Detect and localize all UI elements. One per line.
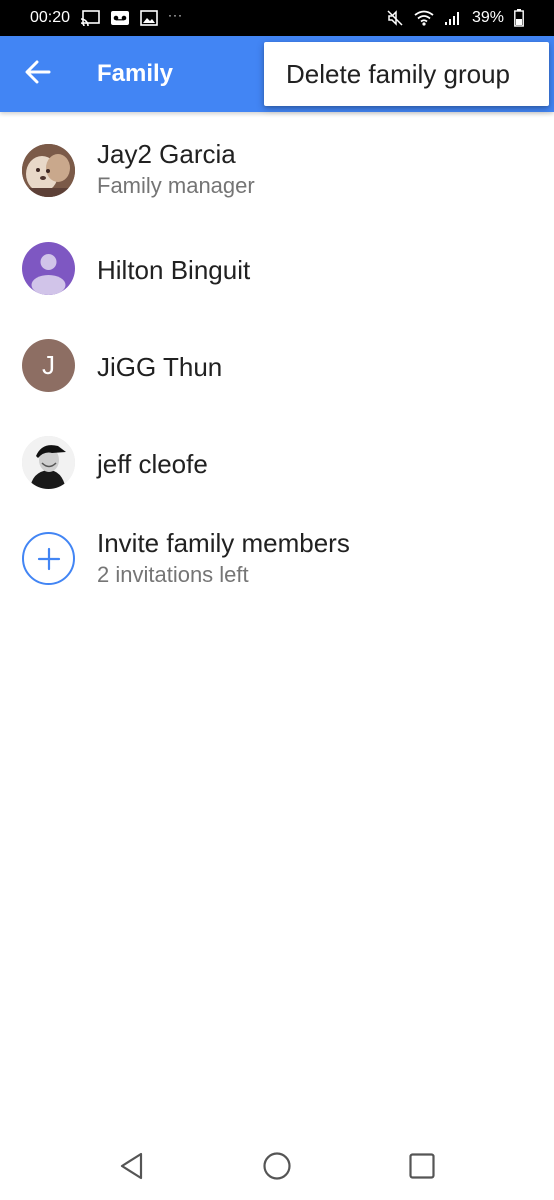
member-role: Family manager (97, 173, 255, 198)
default-person-avatar-icon (22, 242, 75, 295)
member-row-hilton-binguit[interactable]: Hilton Binguit (0, 230, 554, 327)
battery-percent: 39% (471, 9, 504, 26)
cast-icon (80, 10, 100, 26)
back-button[interactable] (0, 36, 76, 112)
member-name: Jay2 Garcia (97, 139, 236, 169)
nav-recents-button[interactable] (392, 1138, 452, 1198)
status-bar: 00:20 ··· 39% (0, 0, 554, 36)
back-triangle-icon (119, 1152, 145, 1185)
voicemail-icon (110, 10, 130, 26)
member-row-jeff-cleofe[interactable]: jeff cleofe (0, 424, 554, 521)
more-dots-icon: ··· (168, 8, 184, 22)
screen: 00:20 ··· 39% Family Delete family group… (0, 0, 554, 1200)
avatar (22, 436, 75, 489)
delete-family-group-menu-item[interactable]: Delete family group (264, 42, 549, 106)
member-text: JiGG Thun (97, 351, 222, 383)
member-text: jeff cleofe (97, 448, 208, 480)
member-name: JiGG Thun (97, 352, 223, 382)
avatar (22, 144, 75, 197)
wifi-icon (414, 10, 434, 26)
add-icon (22, 532, 75, 585)
avatar-initial: J (42, 350, 55, 380)
invite-label: Invite family members (97, 528, 350, 558)
nav-back-button[interactable] (102, 1138, 162, 1198)
member-name: jeff cleofe (97, 449, 208, 479)
overflow-menu: Delete family group (264, 42, 549, 106)
recents-square-icon (408, 1152, 436, 1185)
member-row-jigg-thun[interactable]: J JiGG Thun (0, 327, 554, 424)
invite-family-members-row[interactable]: Invite family members 2 invitations left (0, 521, 554, 623)
signal-icon (444, 10, 462, 26)
member-text: Hilton Binguit (97, 254, 250, 286)
image-icon (140, 10, 158, 26)
battery-icon (514, 9, 524, 27)
invitations-left: 2 invitations left (97, 562, 249, 587)
member-text: Jay2 Garcia Family manager (97, 138, 255, 200)
page-title: Family (97, 60, 174, 87)
nav-home-button[interactable] (247, 1138, 307, 1198)
arrow-back-icon (25, 60, 51, 89)
member-name: Hilton Binguit (97, 255, 251, 285)
mute-icon (386, 9, 404, 27)
avatar: J (22, 339, 75, 392)
status-right: 39% (386, 9, 524, 27)
member-row-jay2-garcia[interactable]: Jay2 Garcia Family manager (0, 112, 554, 230)
home-circle-icon (262, 1151, 292, 1186)
status-time: 00:20 (30, 9, 71, 26)
invite-text: Invite family members 2 invitations left (97, 527, 350, 589)
nav-bar (0, 1136, 554, 1200)
status-left: 00:20 ··· (30, 8, 184, 27)
